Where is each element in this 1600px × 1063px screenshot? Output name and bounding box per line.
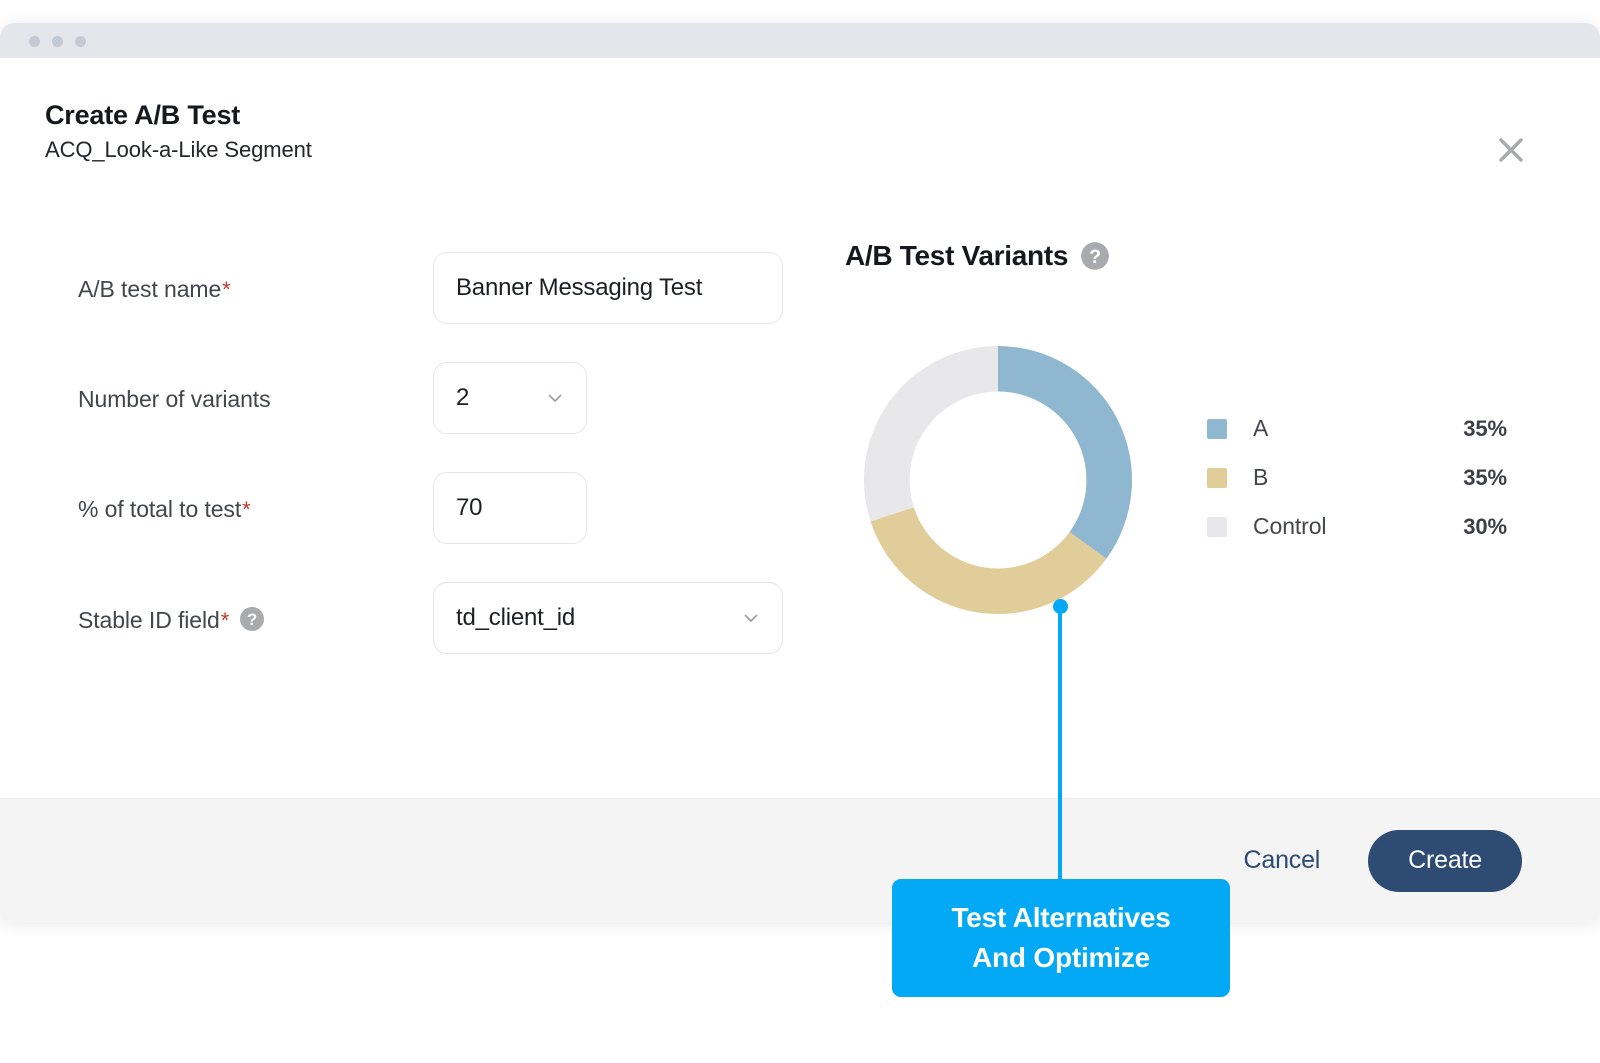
test-name-value: Banner Messaging Test (456, 274, 703, 301)
stable-id-value: td_client_id (456, 604, 576, 631)
label-text: % of total to test (78, 496, 242, 522)
form-row-stable-id: Stable ID field* ? td_client_id (78, 570, 798, 680)
legend-label-control: Control (1253, 513, 1327, 539)
create-button[interactable]: Create (1368, 829, 1522, 892)
legend-swatch-control (1207, 516, 1227, 537)
legend-item: Control 30% (1207, 502, 1507, 551)
required-marker: * (222, 277, 231, 302)
page-title: Create A/B Test (45, 100, 241, 130)
donut-segment-a (998, 346, 1132, 559)
window-titlebar (0, 23, 1600, 58)
stable-id-select[interactable]: td_client_id (433, 582, 783, 654)
required-marker: * (242, 497, 251, 522)
label-variant-count: Number of variants (78, 386, 271, 413)
label-percent-total: % of total to test* (78, 496, 251, 523)
label-text: A/B test name (78, 276, 222, 302)
legend-item: A 35% (1207, 404, 1507, 453)
dialog-header: Create A/B Test ACQ_Look-a-Like Segment (45, 100, 312, 163)
legend-label-b: B (1253, 464, 1269, 490)
variant-count-select[interactable]: 2 (433, 362, 587, 434)
legend-item: B 35% (1207, 453, 1507, 502)
minimize-dot[interactable] (52, 36, 63, 47)
chart-title-text: A/B Test Variants (845, 240, 1069, 271)
percent-total-input[interactable]: 70 (433, 472, 587, 544)
percent-total-value: 70 (456, 494, 483, 521)
callout-box: Test Alternatives And Optimize (892, 879, 1230, 997)
label-stable-id: Stable ID field* ? (78, 606, 265, 634)
label-test-name: A/B test name* (78, 276, 231, 303)
form-row-test-name: A/B test name* Banner Messaging Test (78, 240, 798, 350)
svg-text:?: ? (247, 610, 257, 629)
chart-panel: A/B Test Variants ? A 35% B 35% Control … (845, 240, 1545, 614)
legend-value-control: 30% (1463, 513, 1507, 539)
close-icon[interactable] (1494, 133, 1528, 167)
question-mark-circle-icon[interactable]: ? (1080, 241, 1110, 271)
callout-line-1: Test Alternatives (951, 902, 1171, 934)
donut-segment-b (870, 507, 1107, 614)
legend-swatch-b (1207, 467, 1227, 488)
required-marker: * (220, 608, 230, 633)
svg-text:?: ? (1089, 246, 1101, 268)
maximize-dot[interactable] (75, 36, 86, 47)
chevron-down-icon (546, 389, 564, 407)
callout-connector-line (1058, 606, 1062, 881)
legend-label-a: A (1253, 415, 1269, 441)
chevron-down-icon (742, 609, 760, 627)
chart-legend: A 35% B 35% Control 30% (1207, 404, 1507, 551)
cancel-button[interactable]: Cancel (1238, 845, 1327, 876)
legend-value-b: 35% (1463, 464, 1507, 490)
callout-anchor-dot (1053, 599, 1068, 614)
label-text: Stable ID field (78, 607, 220, 633)
ab-test-form: A/B test name* Banner Messaging Test Num… (78, 240, 798, 680)
donut-chart (858, 340, 1138, 620)
legend-swatch-a (1207, 418, 1227, 439)
question-mark-circle-icon[interactable]: ? (239, 606, 265, 632)
donut-segment-control (864, 346, 998, 522)
form-row-percent-total: % of total to test* 70 (78, 460, 798, 570)
form-row-variant-count: Number of variants 2 (78, 350, 798, 460)
callout-line-2: And Optimize (971, 942, 1151, 973)
legend-value-a: 35% (1463, 415, 1507, 441)
test-name-input[interactable]: Banner Messaging Test (433, 252, 783, 324)
close-dot[interactable] (29, 36, 40, 47)
dialog-body: Create A/B Test ACQ_Look-a-Like Segment … (0, 58, 1600, 798)
label-text: Number of variants (78, 386, 271, 412)
app-window: Create A/B Test ACQ_Look-a-Like Segment … (0, 23, 1600, 922)
dialog-subtitle: ACQ_Look-a-Like Segment (45, 137, 312, 163)
variant-count-value: 2 (456, 384, 470, 411)
chart-title: A/B Test Variants ? (845, 240, 1545, 272)
dialog-footer: Cancel Create (0, 798, 1600, 922)
